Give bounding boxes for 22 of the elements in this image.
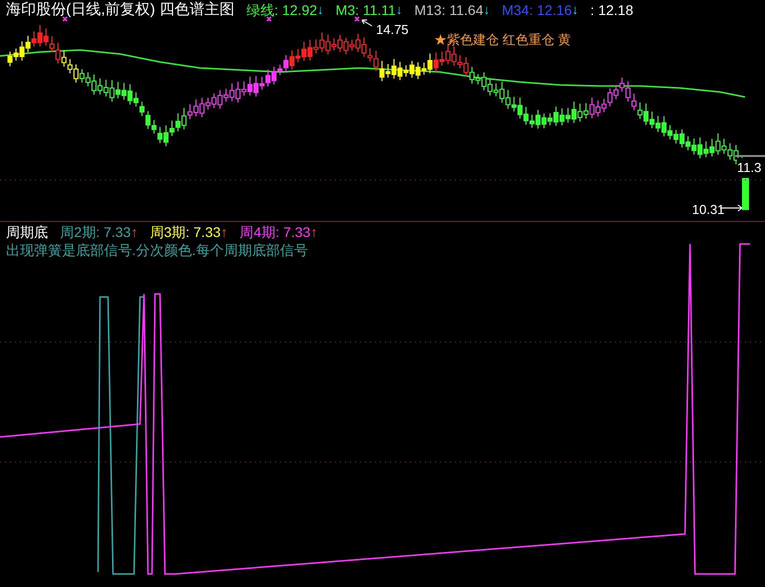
indicator-arrow: ↓ [483,1,490,19]
indicator-arrow: ↓ [572,1,578,19]
series-arrow: ↑ [310,223,318,241]
panel-title: 周期底 [6,223,48,241]
chart-title: 海印股份(日线,前复权) 四色谱主图 [6,0,234,20]
indicator-value: M3: 11.11 [336,1,396,20]
series-value: 周4期: 7.33 [240,223,310,241]
price-label: 11.3 [737,158,762,178]
indicator-arrow: ↓ [396,1,402,19]
series-arrow: ↑ [130,223,138,241]
indicator-arrow: ↓ [317,1,324,19]
legend-text: ★紫色建仓 红色重仓 黄 [434,31,572,49]
indicator-value: M34: 12.16 [502,1,572,20]
series-arrow: ↑ [220,223,228,241]
price-label: 10.31 [692,201,725,219]
signal-note: 出现弹簧是底部信号.分次颜色.每个周期底部信号 [6,241,309,259]
series-value: 周3期: 7.33 [150,223,221,241]
indicator-value: : 12.18 [590,1,634,20]
price-label: 14.75 [376,21,409,39]
series-value: 周2期: 7.33 [60,223,131,241]
indicator-value: M13: 11.64 [414,1,484,20]
indicator-value: 绿线: 12.92 [246,1,318,20]
